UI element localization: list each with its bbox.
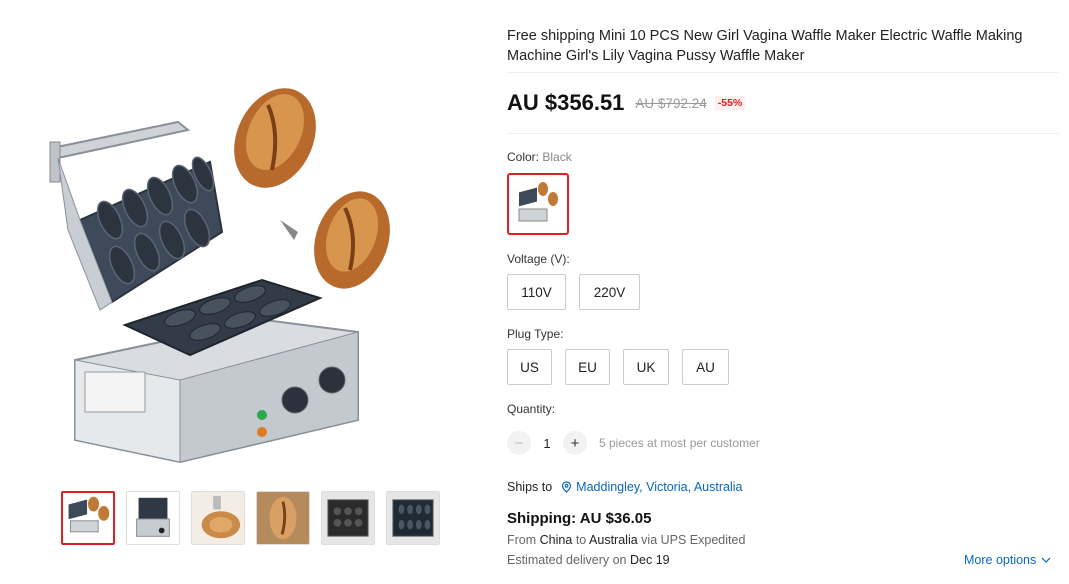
more-options-link[interactable]: More options (964, 553, 1051, 567)
voltage-options: 110V 220V (507, 274, 640, 310)
quantity-decrease-button[interactable]: − (507, 431, 531, 455)
divider (507, 133, 1059, 134)
waffle-maker-in-case-icon (322, 492, 374, 544)
thumbnail-5[interactable] (321, 491, 375, 545)
thumbnail-3[interactable] (191, 491, 245, 545)
voltage-option-110v[interactable]: 110V (507, 274, 566, 310)
discount-badge: -55% (714, 96, 746, 110)
shipping-method: via UPS Expedited (641, 533, 746, 547)
quantity-stepper: − 1 + 5 pieces at most per customer (507, 431, 760, 455)
ships-to-label: Ships to (507, 480, 553, 494)
voltage-option-220v[interactable]: 220V (579, 274, 640, 310)
from-label: From (507, 533, 537, 547)
ships-to-row: Ships to Maddingley, Victoria, Australia (507, 480, 742, 494)
color-label: Color: Black (507, 150, 572, 164)
voltage-label: Voltage (V): (507, 252, 570, 266)
main-product-image[interactable] (40, 70, 440, 470)
thumbnail-1[interactable] (61, 491, 115, 545)
quantity-increase-button[interactable]: + (563, 431, 587, 455)
chevron-down-icon (1041, 557, 1051, 563)
shipping-route: From China to Australia via UPS Expedite… (507, 533, 745, 547)
plug-option-us[interactable]: US (507, 349, 552, 385)
thumbnail-2[interactable] (126, 491, 180, 545)
current-price: AU $356.51 (507, 90, 625, 115)
thumbnail-6[interactable] (386, 491, 440, 545)
to-label: to (575, 533, 587, 547)
plug-option-eu[interactable]: EU (565, 349, 610, 385)
estimated-delivery: Estimated delivery on Dec 19 (507, 553, 670, 567)
quantity-limit-note: 5 pieces at most per customer (599, 436, 760, 450)
waffle-single-icon (257, 492, 309, 544)
quantity-label: Quantity: (507, 402, 556, 416)
color-option-black[interactable] (507, 173, 569, 235)
original-price: AU $792.24 (635, 95, 707, 111)
plug-option-uk[interactable]: UK (623, 349, 669, 385)
waffle-maker-swatch-icon (518, 182, 558, 222)
quantity-value[interactable]: 1 (531, 436, 563, 451)
color-selected-value: Black (542, 150, 572, 164)
product-title: Free shipping Mini 10 PCS New Girl Vagin… (507, 28, 1023, 64)
thumbnail-strip (61, 491, 440, 545)
shipping-cost: Shipping: AU $36.05 (507, 510, 652, 527)
divider (507, 72, 1059, 73)
waffle-maker-with-waffles-icon (68, 496, 110, 533)
location-pin-icon (561, 481, 572, 493)
waffle-closeup-icon (192, 492, 244, 544)
thumbnail-4[interactable] (256, 491, 310, 545)
plug-option-au[interactable]: AU (682, 349, 729, 385)
plug-type-label: Plug Type: (507, 327, 564, 341)
from-country: China (539, 533, 573, 547)
price-row: AU $356.51 AU $792.24 -55% (507, 90, 746, 116)
plug-type-options: US EU UK AU (507, 349, 729, 385)
more-options-label: More options (964, 553, 1037, 567)
ships-to-location-link[interactable]: Maddingley, Victoria, Australia (576, 480, 742, 494)
to-country: Australia (589, 533, 638, 547)
delivery-date: Dec 19 (630, 553, 670, 567)
color-label-text: Color: (507, 150, 540, 164)
delivery-label: Estimated delivery on (507, 553, 627, 567)
waffle-maker-open-icon (136, 497, 170, 537)
waffle-maker-in-case-alt-icon (387, 492, 439, 544)
waffle-maker-photo (49, 88, 390, 464)
